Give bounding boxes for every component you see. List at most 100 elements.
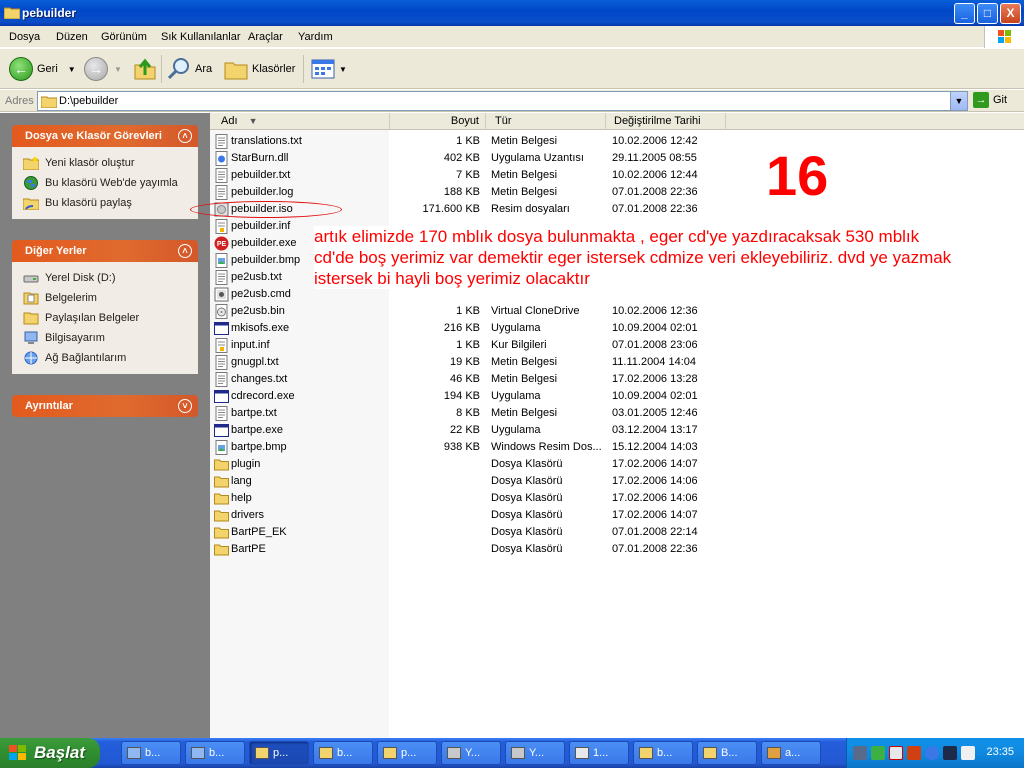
taskbar-button[interactable]: p... [377, 741, 437, 765]
address-input[interactable]: D:\pebuilder ▼ [37, 91, 968, 111]
file-date: 10.09.2004 02:01 [612, 390, 698, 402]
share-folder-link[interactable]: Bu klasörü paylaş [23, 193, 198, 213]
folders-button[interactable]: Klasörler [224, 57, 295, 81]
menu-dosya[interactable]: Dosya [9, 31, 40, 43]
folder-icon [214, 525, 229, 540]
taskbar-button[interactable]: b... [313, 741, 373, 765]
taskbar-button[interactable]: b... [633, 741, 693, 765]
taskbar-button[interactable]: a... [761, 741, 821, 765]
network-tray-icon[interactable] [853, 746, 867, 760]
publish-web-link[interactable]: Bu klasörü Web'de yayımla [23, 173, 198, 193]
start-label: Başlat [34, 743, 86, 762]
file-type: Uygulama [491, 390, 541, 402]
cmd-file-icon [214, 287, 229, 302]
file-row[interactable]: pebuilder.txt 7 KB Metin Belgesi 10.02.2006… [210, 167, 1024, 184]
views-button[interactable]: ▼ [311, 57, 347, 81]
file-row[interactable]: gnugpl.txt 19 KB Metin Belgesi 11.11.2004 1… [210, 354, 1024, 371]
image-icon [575, 747, 589, 759]
file-folder-tasks-title: Dosya ve Klasör Görevleri [25, 130, 162, 142]
file-row[interactable]: help Dosya Klasörü 17.02.2006 14:06 [210, 490, 1024, 507]
place-shared-documents[interactable]: Paylaşılan Belgeler [23, 308, 198, 328]
forward-button[interactable]: → ▼ [84, 57, 122, 81]
file-date: 15.12.2004 14:03 [612, 441, 698, 453]
column-name[interactable]: Adı ▼ [210, 113, 390, 130]
file-row[interactable]: pe2usb.bin 1 KB Virtual CloneDrive 10.02.20… [210, 303, 1024, 320]
menu-duzen[interactable]: Düzen [56, 31, 88, 43]
taskbar-button[interactable]: p... [249, 741, 309, 765]
file-row[interactable]: BartPE Dosya Klasörü 07.01.2008 22:36 [210, 541, 1024, 558]
signal-tray-icon[interactable] [943, 746, 957, 760]
taskbar-button[interactable]: Y... [441, 741, 501, 765]
file-row[interactable]: input.inf 1 KB Kur Bilgileri 07.01.2008 23:… [210, 337, 1024, 354]
file-row[interactable]: changes.txt 46 KB Metin Belgesi 17.02.2006 … [210, 371, 1024, 388]
column-type[interactable]: Tür [486, 113, 606, 130]
file-date: 07.01.2008 22:14 [612, 526, 698, 538]
back-arrow-icon: ← [9, 57, 33, 81]
file-row[interactable]: cdrecord.exe 194 KB Uygulama 10.09.2004 02:… [210, 388, 1024, 405]
file-size: 1 KB [456, 305, 480, 317]
taskbar-button[interactable]: B... [697, 741, 757, 765]
up-folder-button[interactable] [133, 57, 157, 81]
bitmap-file-icon [214, 253, 229, 268]
go-button[interactable]: → Git [973, 92, 1007, 108]
other-places-header[interactable]: Diğer Yerler ˄ [12, 240, 198, 262]
address-dropdown-icon[interactable]: ▼ [950, 92, 967, 110]
details-header[interactable]: Ayrıntılar ˅ [12, 395, 198, 417]
taskbar-button[interactable]: b... [185, 741, 245, 765]
file-size: 19 KB [450, 356, 480, 368]
fire-tray-icon[interactable] [907, 746, 921, 760]
daemon-tray-icon[interactable] [925, 746, 939, 760]
file-row[interactable]: StarBurn.dll 402 KB Uygulama Uzantısı 29.11… [210, 150, 1024, 167]
dll-file-icon [214, 151, 229, 166]
start-button[interactable]: Başlat [0, 738, 100, 768]
text-file-icon [214, 134, 229, 149]
collapse-icon[interactable]: ˄ [178, 129, 192, 143]
minimize-button[interactable]: _ [954, 3, 975, 24]
users-tray-icon[interactable] [871, 746, 885, 760]
back-button[interactable]: ← Geri ▼ [9, 57, 76, 81]
file-row[interactable]: drivers Dosya Klasörü 17.02.2006 14:07 [210, 507, 1024, 524]
close-button[interactable]: X [1000, 3, 1021, 24]
column-date[interactable]: Değiştirilme Tarihi [606, 113, 726, 130]
file-name: help [231, 492, 252, 504]
forward-dropdown-icon[interactable]: ▼ [114, 65, 122, 74]
place-local-disk[interactable]: Yerel Disk (D:) [23, 268, 198, 288]
taskbar-button[interactable]: 1... [569, 741, 629, 765]
file-row[interactable]: plugin Dosya Klasörü 17.02.2006 14:07 [210, 456, 1024, 473]
windows-logo-icon [984, 26, 1024, 48]
file-row[interactable]: bartpe.exe 22 KB Uygulama 03.12.2004 13:17 [210, 422, 1024, 439]
back-dropdown-icon[interactable]: ▼ [68, 65, 76, 74]
collapse-icon[interactable]: ˄ [178, 244, 192, 258]
file-row[interactable]: bartpe.txt 8 KB Metin Belgesi 03.01.2005 12… [210, 405, 1024, 422]
title-bar[interactable]: pebuilder _ □ X [0, 0, 1024, 26]
file-name: bartpe.exe [231, 424, 283, 436]
antivirus-tray-icon[interactable] [889, 746, 903, 760]
menu-gorunum[interactable]: Görünüm [101, 31, 147, 43]
place-my-documents[interactable]: Belgelerim [23, 288, 198, 308]
file-row[interactable]: BartPE_EK Dosya Klasörü 07.01.2008 22:14 [210, 524, 1024, 541]
text-file-icon [214, 270, 229, 285]
taskbar-button-label: b... [209, 747, 225, 759]
place-my-computer[interactable]: Bilgisayarım [23, 328, 198, 348]
share-folder-label: Bu klasörü paylaş [45, 197, 132, 209]
file-name: pe2usb.bin [231, 305, 285, 317]
file-row[interactable]: bartpe.bmp 938 KB Windows Resim Dos... 15.1… [210, 439, 1024, 456]
file-folder-tasks-header[interactable]: Dosya ve Klasör Görevleri ˄ [12, 125, 198, 147]
column-size[interactable]: Boyut [390, 113, 486, 130]
menu-yardim[interactable]: Yardım [298, 31, 333, 43]
new-folder-icon [23, 156, 39, 170]
place-network-connections[interactable]: Ağ Bağlantılarım [23, 348, 198, 368]
maximize-button[interactable]: □ [977, 3, 998, 24]
taskbar-button[interactable]: Y... [505, 741, 565, 765]
menu-sik-kullanilanlar[interactable]: Sık Kullanılanlar [161, 31, 241, 43]
file-row[interactable]: translations.txt 1 KB Metin Belgesi 10.02.2… [210, 133, 1024, 150]
file-row[interactable]: pebuilder.log 188 KB Metin Belgesi 07.01.20… [210, 184, 1024, 201]
new-folder-link[interactable]: Yeni klasör oluştur [23, 153, 198, 173]
menu-araclar[interactable]: Araçlar [248, 31, 283, 43]
expand-icon[interactable]: ˅ [178, 399, 192, 413]
volume-tray-icon[interactable] [961, 746, 975, 760]
search-button[interactable]: Ara [167, 57, 212, 81]
file-row[interactable]: mkisofs.exe 216 KB Uygulama 10.09.2004 02:0… [210, 320, 1024, 337]
file-row[interactable]: lang Dosya Klasörü 17.02.2006 14:06 [210, 473, 1024, 490]
taskbar-button[interactable]: b... [121, 741, 181, 765]
